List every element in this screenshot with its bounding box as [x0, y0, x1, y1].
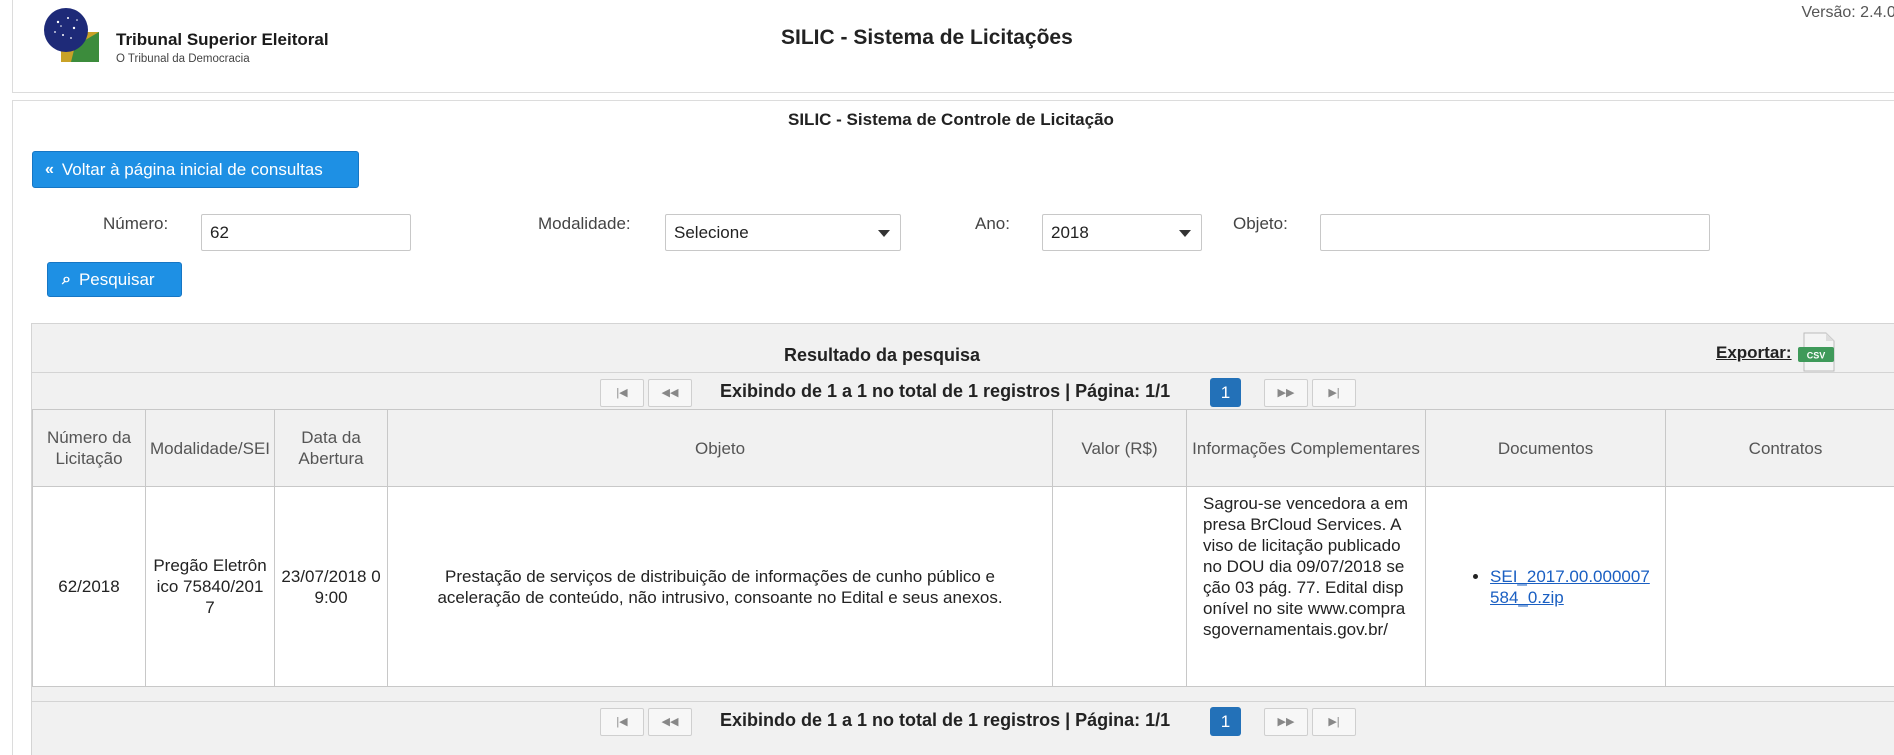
cell-numero: 62/2018 [32, 486, 146, 687]
page-header: Tribunal Superior Eleitoral O Tribunal d… [12, 0, 1894, 93]
col-header-objeto[interactable]: Objeto [387, 409, 1054, 487]
pager-text: Exibindo de 1 a 1 no total de 1 registro… [720, 710, 1171, 730]
main-panel: SILIC - Sistema de Controle de Licitação… [12, 100, 1894, 755]
pager-bottom: |◀ ◀◀ Exibindo de 1 a 1 no total de 1 re… [32, 701, 1894, 738]
table-row: 62/2018 Pregão Eletrônico 75840/2017 23/… [32, 486, 1894, 687]
ano-label: Ano: [975, 214, 1010, 233]
cell-objeto: Prestação de serviços de distribuição de… [387, 486, 1054, 687]
list-item: SEI_2017.00.000007584_0.zip [1490, 566, 1659, 608]
org-name: Tribunal Superior Eleitoral [116, 30, 329, 49]
csv-export-icon[interactable]: CSV [1796, 331, 1838, 373]
col-header-modalidade[interactable]: Modalidade/SEI [144, 409, 276, 487]
page-1-button[interactable]: 1 [1210, 707, 1241, 736]
back-to-home-button[interactable]: « Voltar à página inicial de consultas [32, 151, 359, 188]
next-page-icon[interactable]: ▶▶ [1264, 708, 1308, 736]
search-icon: ⌕ [62, 270, 71, 288]
cell-modalidade: Pregão Eletrônico 75840/2017 [144, 486, 276, 687]
results-title: Resultado da pesquisa [784, 345, 981, 365]
document-link[interactable]: SEI_2017.00.000007584_0.zip [1490, 567, 1650, 607]
col-header-numero[interactable]: Número da Licitação [32, 409, 146, 487]
objeto-label: Objeto: [1233, 214, 1288, 233]
cell-info: Sagrou-se vencedora a empresa BrCloud Se… [1186, 486, 1427, 687]
page-title: SILIC - Sistema de Controle de Licitação [788, 110, 1114, 129]
search-button[interactable]: ⌕ Pesquisar [47, 262, 182, 297]
modalidade-label: Modalidade: [538, 214, 631, 233]
export-link[interactable]: Exportar: [1716, 343, 1792, 363]
last-page-icon[interactable]: ▶| [1312, 708, 1356, 736]
tse-logo: Tribunal Superior Eleitoral O Tribunal d… [41, 6, 381, 76]
cell-valor [1052, 486, 1188, 687]
previous-page-icon[interactable]: ◀◀ [648, 379, 692, 407]
table-header-row: Número da Licitação Modalidade/SEI Data … [32, 409, 1894, 487]
double-chevron-left-icon: « [45, 160, 54, 178]
previous-page-icon[interactable]: ◀◀ [648, 708, 692, 736]
modalidade-select[interactable]: Selecione [665, 214, 901, 251]
app-title: SILIC - Sistema de Licitações [781, 26, 1073, 49]
ano-select[interactable]: 2018 [1042, 214, 1202, 251]
first-page-icon[interactable]: |◀ [600, 708, 644, 736]
col-header-documentos[interactable]: Documentos [1425, 409, 1667, 487]
back-button-label: Voltar à página inicial de consultas [61, 159, 323, 179]
objeto-input[interactable] [1320, 214, 1710, 251]
results-table: Número da Licitação Modalidade/SEI Data … [32, 409, 1894, 687]
first-page-icon[interactable]: |◀ [600, 379, 644, 407]
last-page-icon[interactable]: ▶| [1312, 379, 1356, 407]
cell-contratos [1665, 486, 1894, 687]
numero-input[interactable]: 62 [201, 214, 411, 251]
cell-data: 23/07/2018 09:00 [274, 486, 389, 687]
numero-label: Número: [103, 214, 169, 233]
col-header-contratos[interactable]: Contratos [1665, 409, 1894, 487]
ano-selected: 2018 [1051, 223, 1089, 242]
search-button-label: Pesquisar [78, 269, 155, 289]
chevron-down-icon [878, 230, 890, 237]
col-header-data[interactable]: Data da Abertura [274, 409, 389, 487]
results-panel: Resultado da pesquisa Exportar: CSV |◀ ◀… [31, 323, 1894, 755]
tse-emblem-icon [44, 8, 99, 62]
chevron-down-icon [1179, 230, 1191, 237]
csv-icon-text: CSV [1807, 351, 1826, 361]
cell-documentos: SEI_2017.00.000007584_0.zip [1425, 486, 1667, 687]
col-header-valor[interactable]: Valor (R$) [1052, 409, 1188, 487]
next-page-icon[interactable]: ▶▶ [1264, 379, 1308, 407]
org-tagline: O Tribunal da Democracia [116, 53, 250, 65]
version-label: Versão: 2.4.0.15 [1801, 4, 1894, 21]
pager-text: Exibindo de 1 a 1 no total de 1 registro… [720, 381, 1171, 401]
page-1-button[interactable]: 1 [1210, 378, 1241, 407]
col-header-info[interactable]: Informações Complementares [1186, 409, 1427, 487]
pager-top: |◀ ◀◀ Exibindo de 1 a 1 no total de 1 re… [32, 372, 1894, 409]
modalidade-selected: Selecione [674, 223, 749, 242]
